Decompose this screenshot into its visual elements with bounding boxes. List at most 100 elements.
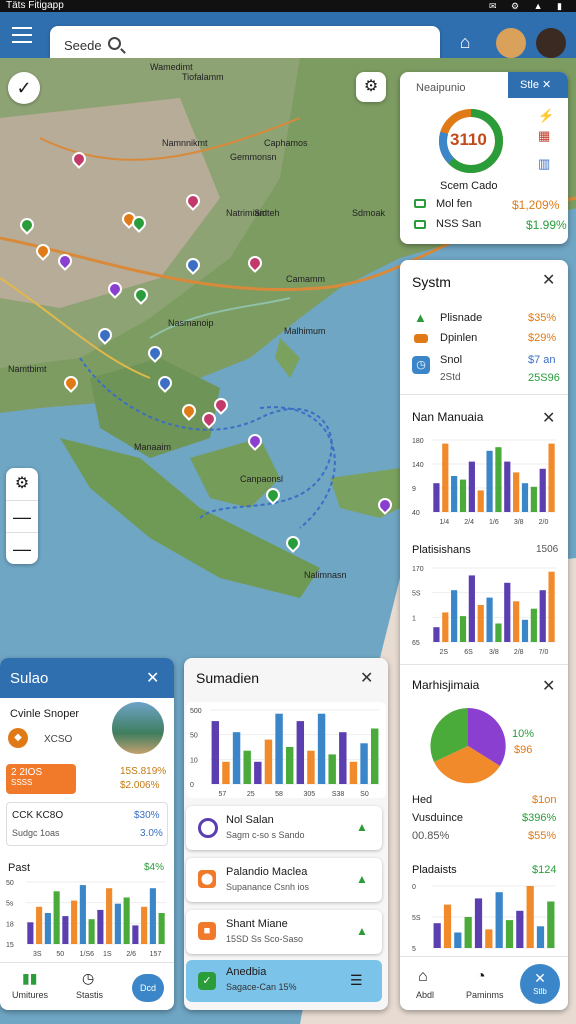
- zoom-out-button[interactable]: —: [6, 532, 38, 564]
- chart-bar: [62, 916, 69, 944]
- list-item-sub: Sagace-Can 15%: [226, 982, 297, 992]
- avatar[interactable]: [496, 28, 526, 58]
- list-item[interactable]: Nol Salan Sagm c-so s Sando ▲: [186, 806, 382, 850]
- factory-icon[interactable]: ▦: [538, 128, 550, 144]
- chart-bar: [132, 925, 139, 944]
- chart-bar: [433, 923, 441, 948]
- chart-bar: [328, 754, 336, 784]
- nav-panel-tab[interactable]: Stle ✕: [508, 72, 568, 98]
- chart-bar: [521, 619, 529, 642]
- chart-bar: [536, 926, 545, 948]
- orange-stat-box[interactable]: 2 2IOS SSSS: [6, 764, 76, 794]
- list-item[interactable]: ⬤ Palandio Maclea Supanance Csnh ios ▲: [186, 858, 382, 902]
- map-label: Nasmanoip: [168, 318, 214, 328]
- close-icon[interactable]: ✕: [360, 668, 373, 688]
- orange-right: 15S.819%: [120, 766, 167, 777]
- close-icon[interactable]: ✕: [146, 668, 159, 688]
- chart-bar: [349, 761, 358, 784]
- stats-nav-label: Stlb: [533, 987, 547, 996]
- right-nav-label[interactable]: Abdl: [416, 990, 434, 1000]
- chart-bar: [53, 891, 60, 944]
- home-icon[interactable]: ⌂: [452, 32, 478, 58]
- marh-row-label: Hed: [412, 794, 433, 806]
- chart-icon[interactable]: ⚡: [538, 108, 554, 124]
- search-icon[interactable]: [108, 37, 121, 50]
- divider: [400, 394, 568, 395]
- man-bar-chart: 180 140 9 40 1/4 2/4 1/6 3/8 2/0: [412, 438, 556, 526]
- right-nav-label[interactable]: Paminms: [466, 990, 504, 1000]
- stat-box[interactable]: [6, 802, 168, 846]
- gear-icon[interactable]: ⚙: [6, 468, 38, 500]
- chart-bar: [454, 932, 462, 948]
- chart-bar: [71, 900, 78, 944]
- box-right: $30%: [134, 810, 160, 821]
- location-photo[interactable]: [112, 702, 164, 754]
- chart-bar: [477, 490, 484, 512]
- status-time: Täts Fitigapp: [6, 0, 64, 11]
- list-icon[interactable]: ☰: [350, 972, 363, 989]
- systm-row-value: $7 an: [528, 354, 556, 366]
- divider: [0, 962, 174, 963]
- y-tick-label: 40: [412, 510, 420, 517]
- top-bar: Seede ⌂: [0, 12, 576, 66]
- list-item-sub: Supanance Csnh ios: [226, 882, 310, 892]
- map-label: Nalimnasn: [304, 570, 347, 580]
- y-tick-label: 170: [412, 566, 424, 573]
- x-tick-label: 305: [304, 791, 316, 798]
- y-tick-label: 10: [190, 757, 198, 764]
- close-icon[interactable]: ✕: [542, 408, 555, 428]
- chart-bar: [442, 612, 449, 642]
- plad-bar-chart: 0 5S 5: [412, 884, 556, 952]
- nav-row-label: Mol fen: [436, 198, 473, 210]
- chart-bar: [442, 443, 449, 512]
- x-tick-label: 25: [247, 791, 255, 798]
- home-nav-icon[interactable]: ⌂: [418, 968, 428, 986]
- y-tick-label: 0: [190, 782, 194, 789]
- middle-bar-chart: 500 50 10 0 57 25 58 305 S38 S0: [190, 708, 380, 798]
- chart-bar: [547, 901, 555, 948]
- stats-nav-button[interactable]: ✕ Stlb: [520, 964, 560, 1004]
- status-bar: Täts Fitigapp ✉ ⚙ ▲ ▮: [0, 0, 576, 12]
- left-nav-active[interactable]: Dcd: [132, 974, 164, 1002]
- gauge-nav-icon[interactable]: ◔: [476, 968, 486, 986]
- avatar-profile[interactable]: [536, 28, 566, 58]
- left-nav-label[interactable]: Stastis: [76, 990, 103, 1000]
- chart-bar: [486, 450, 493, 512]
- list-item-active[interactable]: ✓ Anedbia Sagace-Can 15% ☰: [186, 960, 382, 1002]
- y-tick-label: 180: [412, 438, 424, 445]
- left-nav-label[interactable]: Umitures: [12, 990, 48, 1000]
- coin-icon: ◆: [8, 728, 28, 748]
- chart-bar: [530, 486, 537, 512]
- chart-bar: [505, 920, 514, 948]
- settings-icon[interactable]: ⚙: [356, 72, 386, 102]
- menu-icon[interactable]: [8, 22, 36, 48]
- close-icon[interactable]: ✕: [542, 676, 555, 696]
- list-item[interactable]: ■ Shant Miane 15SD Ss Sco-Saso ▲: [186, 910, 382, 954]
- close-icon[interactable]: ✕: [542, 270, 555, 290]
- x-tick-label: 6S: [464, 649, 473, 656]
- chart-bar: [296, 721, 305, 784]
- list-item-title: Anedbia: [226, 966, 267, 978]
- clock-nav-icon[interactable]: ◷: [82, 970, 94, 987]
- systm-sub-label: 2Std: [440, 372, 461, 383]
- chart-bar: [243, 750, 251, 784]
- bars-nav-icon[interactable]: ▮▮: [22, 970, 37, 987]
- systm-row-value: $35%: [528, 312, 557, 324]
- chart-bar: [521, 483, 529, 512]
- marh-title: Marhisjimaia: [412, 678, 480, 692]
- y-tick-label: 50: [6, 880, 14, 887]
- left-nav-active-label: Dcd: [139, 983, 156, 993]
- marh-row-value: $55%: [528, 830, 557, 842]
- map-label: Sdmoak: [352, 208, 386, 218]
- zoom-in-button[interactable]: —: [6, 500, 38, 532]
- chart-bar: [285, 747, 294, 784]
- left-bar-chart: 50 5s 18 15 3S 50 1/S6 1S 2/6 157: [6, 880, 166, 958]
- mountain-icon: ▲: [356, 872, 368, 886]
- marh-row-value: $396%: [522, 812, 557, 824]
- y-tick-label: 5s: [6, 901, 14, 908]
- chart-bar: [433, 627, 440, 642]
- check-icon[interactable]: ✓: [8, 72, 40, 104]
- close-icon[interactable]: ✕: [542, 79, 551, 91]
- chart-bar: [232, 732, 241, 784]
- building-icon[interactable]: ▥: [538, 156, 550, 172]
